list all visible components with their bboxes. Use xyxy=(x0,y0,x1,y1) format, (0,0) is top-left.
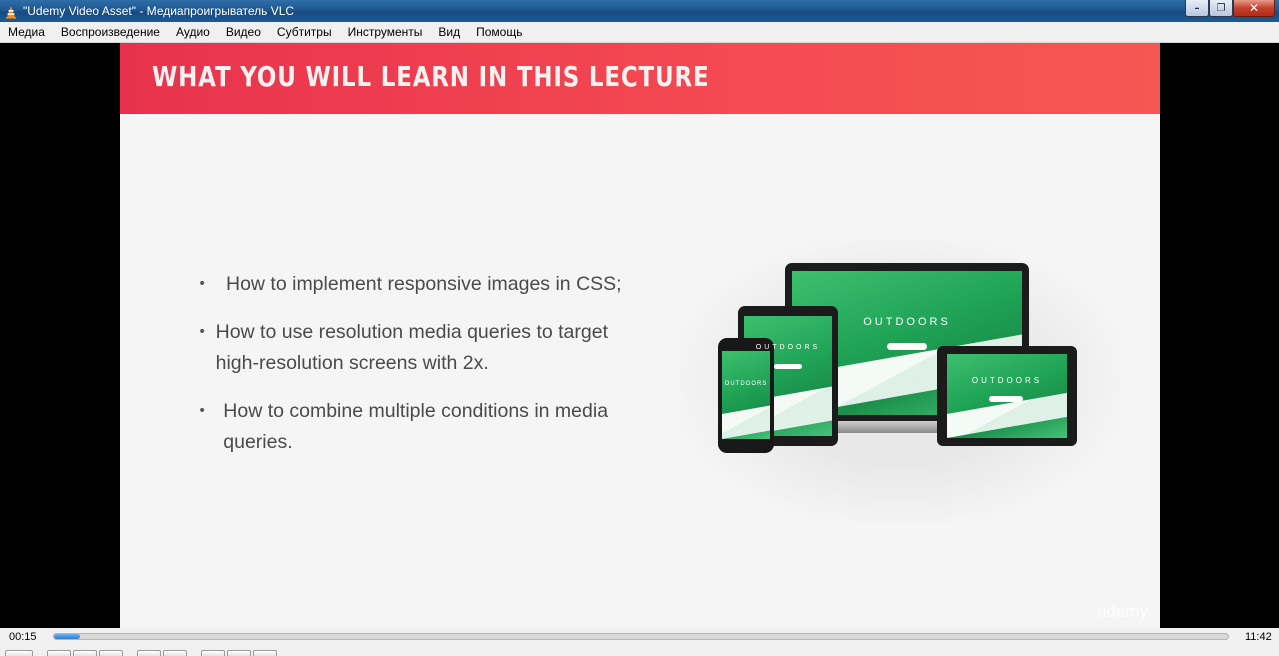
responsive-devices-illustration: OUTDOORS OUTDOORS OUTDOORS OUTDOORS xyxy=(680,238,1120,523)
bullet-marker: • xyxy=(198,324,207,340)
bullet-marker: • xyxy=(198,403,207,419)
tablet-portrait-screen-text: OUTDOORS xyxy=(755,344,821,351)
play-pause-button[interactable] xyxy=(5,650,33,656)
phone-screen-text: OUTDOORS xyxy=(724,381,768,387)
phone-device: OUTDOORS xyxy=(718,338,774,453)
tablet-portrait-screen-button xyxy=(774,364,802,369)
menu-video[interactable]: Видео xyxy=(218,22,269,43)
seek-bar-row: 00:15 11:42 xyxy=(0,628,1279,648)
laptop-screen-button xyxy=(887,343,927,350)
window-titlebar[interactable]: "Udemy Video Asset" - Медиапроигрыватель… xyxy=(0,0,1279,22)
previous-button[interactable] xyxy=(47,650,71,656)
laptop-screen-text: OUTDOORS xyxy=(863,316,951,328)
close-button[interactable]: ✕ xyxy=(1233,0,1275,17)
tablet-landscape-screen-button xyxy=(989,396,1023,402)
bullet-text: How to use resolution media queries to t… xyxy=(215,321,609,374)
vlc-cone-icon xyxy=(4,4,18,19)
bullet-item: • How to implement responsive images in … xyxy=(198,269,638,300)
bullet-item: • How to use resolution media queries to… xyxy=(198,317,638,379)
maximize-button[interactable]: ❐ xyxy=(1209,0,1233,17)
menu-tools[interactable]: Инструменты xyxy=(340,22,431,43)
window-title: "Udemy Video Asset" - Медиапроигрыватель… xyxy=(23,4,295,18)
udemy-watermark: udemy xyxy=(1096,602,1148,621)
menu-media[interactable]: Медиа xyxy=(0,22,53,43)
total-time[interactable]: 11:42 xyxy=(1245,631,1272,643)
seek-slider[interactable] xyxy=(53,633,1229,640)
bullet-text: How to combine multiple conditions in me… xyxy=(223,400,609,453)
menu-playback[interactable]: Воспроизведение xyxy=(53,22,168,43)
stop-button[interactable] xyxy=(73,650,97,656)
menu-view[interactable]: Вид xyxy=(430,22,468,43)
menu-help[interactable]: Помощь xyxy=(468,22,530,43)
elapsed-time[interactable]: 00:15 xyxy=(9,631,37,643)
seek-progress xyxy=(54,634,80,639)
bullet-marker: • xyxy=(198,276,207,292)
next-button[interactable] xyxy=(99,650,123,656)
random-button[interactable] xyxy=(253,650,277,656)
playback-controls xyxy=(0,648,1279,656)
video-display[interactable]: WHAT YOU WILL LEARN IN THIS LECTURE • Ho… xyxy=(0,43,1279,628)
bullet-list: • How to implement responsive images in … xyxy=(198,269,638,475)
bullet-text: How to implement responsive images in CS… xyxy=(226,273,622,295)
minimize-button[interactable]: – xyxy=(1185,0,1209,17)
slide-header: WHAT YOU WILL LEARN IN THIS LECTURE xyxy=(120,43,1160,114)
tablet-landscape-screen-text: OUTDOORS xyxy=(971,376,1043,385)
extended-settings-button[interactable] xyxy=(163,650,187,656)
menu-audio[interactable]: Аудио xyxy=(168,22,218,43)
tablet-landscape-device: OUTDOORS xyxy=(937,346,1077,446)
slide-title: WHAT YOU WILL LEARN IN THIS LECTURE xyxy=(152,60,710,93)
menu-bar: Медиа Воспроизведение Аудио Видео Субтит… xyxy=(0,22,1279,43)
loop-button[interactable] xyxy=(227,650,251,656)
lecture-slide: WHAT YOU WILL LEARN IN THIS LECTURE • Ho… xyxy=(120,43,1160,628)
window-controls: – ❐ ✕ xyxy=(1185,0,1275,18)
bullet-item: • How to combine multiple conditions in … xyxy=(198,396,638,458)
fullscreen-button[interactable] xyxy=(137,650,161,656)
playlist-button[interactable] xyxy=(201,650,225,656)
menu-subtitles[interactable]: Субтитры xyxy=(269,22,340,43)
